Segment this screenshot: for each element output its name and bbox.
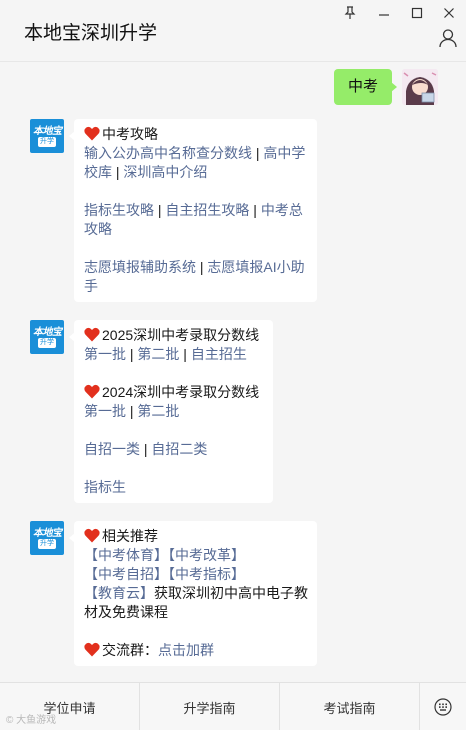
bot-avatar-text: 本地宝 bbox=[33, 528, 62, 539]
bot-avatar-subtext: 升学 bbox=[38, 338, 56, 348]
separator: | bbox=[154, 202, 166, 218]
message-bubble: 2025深圳中考录取分数线 第一批 | 第二批 | 自主招生 2024深圳中考录… bbox=[69, 320, 273, 503]
heart-icon bbox=[84, 642, 100, 657]
link-school-library-cont[interactable]: 校库 bbox=[84, 164, 112, 180]
link-exam-pe[interactable]: 【中考体育】 bbox=[84, 547, 168, 563]
link-2025-batch-2[interactable]: 第二批 bbox=[137, 346, 179, 362]
link-application-system[interactable]: 志愿填报辅助系统 bbox=[84, 259, 196, 275]
watermark: © 大鱼游戏 bbox=[6, 715, 57, 726]
pin-icon[interactable] bbox=[339, 4, 361, 22]
minimize-icon[interactable] bbox=[373, 4, 395, 22]
link-quota-guide[interactable]: 指标生攻略 bbox=[84, 202, 154, 218]
separator: | bbox=[126, 346, 138, 362]
link-2025-batch-1[interactable]: 第一批 bbox=[84, 346, 126, 362]
link-exam-guide-cont[interactable]: 攻略 bbox=[84, 221, 112, 237]
link-self-enroll-type-1[interactable]: 自招一类 bbox=[84, 441, 140, 457]
heart-icon bbox=[84, 384, 100, 399]
link-exam-self-enroll[interactable]: 【中考自招】 bbox=[84, 566, 168, 582]
link-self-enroll-type-2[interactable]: 自招二类 bbox=[151, 441, 207, 457]
message-heading: 中考攻略 bbox=[102, 126, 158, 142]
separator: | bbox=[140, 441, 152, 457]
keyboard-icon[interactable] bbox=[420, 683, 466, 730]
education-cloud-description: 获取深圳初中高中电子教 bbox=[154, 585, 308, 601]
link-education-cloud[interactable]: 【教育云】 bbox=[84, 585, 154, 601]
bot-message-3: 本地宝 升学 相关推荐 【中考体育】【中考改革】 【中考自招】【中考指标】 【教… bbox=[30, 521, 317, 666]
link-exam-reform[interactable]: 【中考改革】 bbox=[168, 547, 245, 563]
link-score-lookup[interactable]: 输入公办高中名称查分数线 bbox=[84, 145, 252, 161]
title-bar: 本地宝深圳升学 bbox=[0, 0, 466, 62]
bot-avatar-subtext: 升学 bbox=[38, 137, 56, 147]
message-bubble: 相关推荐 【中考体育】【中考改革】 【中考自招】【中考指标】 【教育云】获取深圳… bbox=[69, 521, 317, 666]
bot-message-2: 本地宝 升学 2025深圳中考录取分数线 第一批 | 第二批 | 自主招生 20… bbox=[30, 320, 273, 503]
link-quota-students[interactable]: 指标生 bbox=[84, 479, 126, 495]
menu-tab-enrollment-guide[interactable]: 升学指南 bbox=[140, 683, 280, 730]
message-bubble: 中考攻略 输入公办高中名称查分数线 | 高中学 校库 | 深圳高中介绍 指标生攻… bbox=[69, 119, 317, 302]
chat-title: 本地宝深圳升学 bbox=[24, 23, 158, 44]
menu-tab-exam-guide[interactable]: 考试指南 bbox=[280, 683, 420, 730]
link-school-library[interactable]: 高中学 bbox=[263, 145, 305, 161]
join-group-link[interactable]: 点击加群 bbox=[158, 642, 214, 658]
message-heading-2025: 2025深圳中考录取分数线 bbox=[102, 327, 260, 343]
heart-icon bbox=[84, 126, 100, 141]
separator: | bbox=[196, 259, 208, 275]
separator: | bbox=[249, 202, 261, 218]
bottom-menu-bar: 学位申请 升学指南 考试指南 bbox=[0, 682, 466, 730]
bot-message-1: 本地宝 升学 中考攻略 输入公办高中名称查分数线 | 高中学 校库 | 深圳高中… bbox=[30, 119, 317, 302]
heart-icon bbox=[84, 327, 100, 342]
message-heading-recommend: 相关推荐 bbox=[102, 528, 158, 544]
link-2024-batch-1[interactable]: 第一批 bbox=[84, 403, 126, 419]
link-2024-batch-2[interactable]: 第二批 bbox=[137, 403, 179, 419]
link-school-intro[interactable]: 深圳高中介绍 bbox=[123, 164, 207, 180]
separator: | bbox=[252, 145, 264, 161]
bot-avatar[interactable]: 本地宝 升学 bbox=[30, 320, 64, 354]
bot-avatar-text: 本地宝 bbox=[33, 126, 62, 137]
link-2025-self-enroll[interactable]: 自主招生 bbox=[191, 346, 247, 362]
link-self-enroll-guide[interactable]: 自主招生攻略 bbox=[165, 202, 249, 218]
bot-avatar[interactable]: 本地宝 升学 bbox=[30, 119, 64, 153]
user-message: 中考 bbox=[333, 69, 438, 105]
link-exam-guide[interactable]: 中考总 bbox=[261, 202, 303, 218]
user-message-bubble: 中考 bbox=[333, 69, 398, 105]
message-heading-2024: 2024深圳中考录取分数线 bbox=[102, 384, 260, 400]
separator: | bbox=[179, 346, 191, 362]
separator: | bbox=[112, 164, 124, 180]
close-icon[interactable] bbox=[438, 4, 460, 22]
bot-avatar-subtext: 升学 bbox=[38, 539, 56, 549]
group-label: 交流群： bbox=[102, 642, 158, 658]
chat-area[interactable]: 中考 本地宝 升学 中考攻略 输入公办高中名称查分数线 | 高中学 校库 | 深… bbox=[0, 63, 466, 682]
bot-avatar-text: 本地宝 bbox=[33, 327, 62, 338]
heart-icon bbox=[84, 528, 100, 543]
education-cloud-description-cont: 材及免费课程 bbox=[84, 604, 168, 620]
link-ai-assistant[interactable]: 志愿填报AI小助 bbox=[207, 259, 304, 275]
bot-avatar[interactable]: 本地宝 升学 bbox=[30, 521, 64, 555]
link-ai-assistant-cont[interactable]: 手 bbox=[84, 278, 98, 294]
maximize-icon[interactable] bbox=[406, 4, 428, 22]
profile-icon[interactable] bbox=[438, 28, 458, 48]
separator: | bbox=[126, 403, 138, 419]
link-exam-quota[interactable]: 【中考指标】 bbox=[168, 566, 245, 582]
user-avatar[interactable] bbox=[402, 69, 438, 105]
